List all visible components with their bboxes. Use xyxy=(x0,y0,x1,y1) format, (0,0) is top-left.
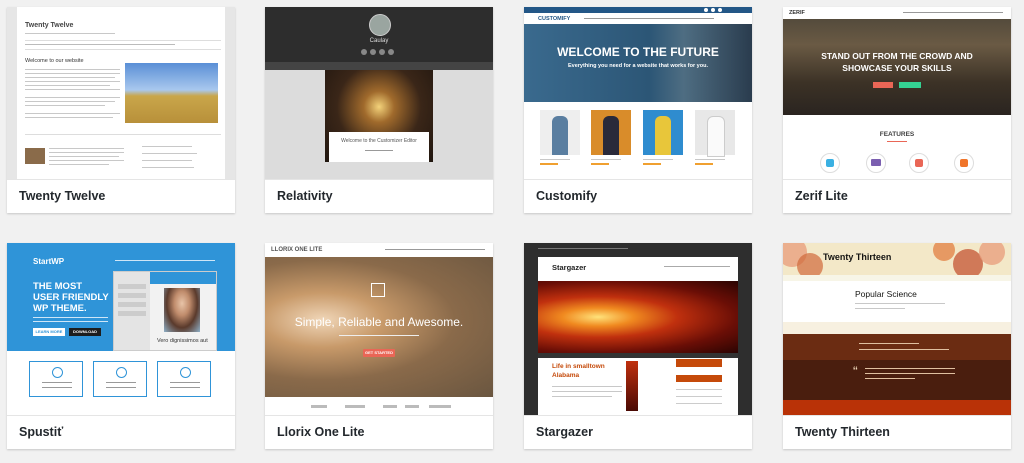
preview-hero-line-1: THE MOST xyxy=(33,281,83,292)
feature-icon xyxy=(820,153,840,173)
theme-name: Customify xyxy=(524,179,752,213)
theme-name: Relativity xyxy=(265,179,493,213)
preview-button-2: DOWNLOAD xyxy=(73,329,97,334)
preview-post-title-2: Alabama xyxy=(552,372,580,379)
theme-card-relativity[interactable]: Caulay Welcome to the Customizer Editor … xyxy=(265,7,493,213)
preview-box-title: Welcome to the Customizer Editor xyxy=(341,138,417,144)
theme-screenshot: StartWP THE MOST USER FRIENDLY WP THEME.… xyxy=(7,243,235,415)
theme-screenshot: Caulay Welcome to the Customizer Editor xyxy=(265,7,493,179)
avatar xyxy=(369,14,391,36)
theme-card-stargazer[interactable]: Stargazer Life in smalltown Alabama Star… xyxy=(524,243,752,449)
preview-logo: CUSTOMIFY xyxy=(538,16,571,22)
product-image xyxy=(695,110,735,157)
theme-screenshot: ZERIF STAND OUT FROM THE CROWD AND SHOWC… xyxy=(783,7,1011,179)
theme-card-zerif-lite[interactable]: ZERIF STAND OUT FROM THE CROWD AND SHOWC… xyxy=(783,7,1011,213)
theme-card-twenty-twelve[interactable]: Twenty Twelve Welcome to our website Twe… xyxy=(7,7,235,213)
theme-card-customify[interactable]: CUSTOMIFY WELCOME TO THE FUTURE Everythi… xyxy=(524,7,752,213)
product-image xyxy=(591,110,631,155)
theme-name: Stargazer xyxy=(524,415,752,449)
theme-name: Twenty Thirteen xyxy=(783,415,1011,449)
preview-section-title: FEATURES xyxy=(879,131,915,138)
preview-logo: ZERIF xyxy=(789,10,805,16)
preview-logo: StartWP xyxy=(33,257,65,266)
hero-button-green xyxy=(899,82,921,88)
theme-screenshot: Twenty Twelve Welcome to our website xyxy=(7,7,235,179)
preview-logo: LLORIX ONE LITE xyxy=(271,247,323,253)
feature-box xyxy=(93,361,147,397)
preview-site-title: Twenty Thirteen xyxy=(823,252,892,262)
product-image xyxy=(540,110,580,155)
product-image xyxy=(643,110,683,155)
theme-card-llorix-one-lite[interactable]: LLORIX ONE LITE Simple, Reliable and Awe… xyxy=(265,243,493,449)
theme-name: Llorix One Lite xyxy=(265,415,493,449)
preview-site-title: Caulay xyxy=(369,38,389,44)
theme-name: Zerif Lite xyxy=(783,179,1011,213)
preview-post-title-1: Life in smalltown xyxy=(552,363,605,370)
preview-caption: Vero dignissimos aut xyxy=(157,338,208,344)
theme-name: Spustiť xyxy=(7,415,235,449)
theme-card-spustit[interactable]: StartWP THE MOST USER FRIENDLY WP THEME.… xyxy=(7,243,235,449)
theme-screenshot: CUSTOMIFY WELCOME TO THE FUTURE Everythi… xyxy=(524,7,752,179)
theme-screenshot: Twenty Thirteen Popular Science “ xyxy=(783,243,1011,415)
preview-hero-line-2: USER FRIENDLY xyxy=(33,292,109,303)
preview-header xyxy=(783,243,1011,275)
preview-hero-title-1: STAND OUT FROM THE CROWD AND xyxy=(821,51,973,61)
preview-site-title: Twenty Twelve xyxy=(25,22,74,29)
preview-heading: Welcome to our website xyxy=(25,58,84,64)
preview-post-title: Popular Science xyxy=(855,289,917,299)
preview-site-title: Stargazer xyxy=(552,263,587,272)
preview-hero-line-3: WP THEME. xyxy=(33,303,87,314)
theme-screenshot: Stargazer Life in smalltown Alabama xyxy=(524,243,752,415)
preview-hero-image xyxy=(538,281,738,353)
preview-hero-title-2: SHOWCASE YOUR SKILLS xyxy=(842,63,952,73)
feature-icon xyxy=(866,153,886,173)
preview-button: GET STARTED xyxy=(365,350,393,355)
theme-screenshot: LLORIX ONE LITE Simple, Reliable and Awe… xyxy=(265,243,493,415)
preview-wheat-image xyxy=(125,63,218,123)
feature-box xyxy=(157,361,211,397)
preview-hero-title: Simple, Reliable and Awesome. xyxy=(294,315,464,329)
preview-button-1: LEARN MORE xyxy=(35,329,63,334)
theme-name: Twenty Twelve xyxy=(7,179,235,213)
feature-icon xyxy=(909,153,929,173)
feature-icon xyxy=(954,153,974,173)
preview-hero-title: WELCOME TO THE FUTURE xyxy=(557,45,719,59)
hero-button-red xyxy=(873,82,893,88)
preview-hero-subtitle: Everything you need for a website that w… xyxy=(568,63,708,69)
theme-card-twenty-thirteen[interactable]: Twenty Thirteen Popular Science “ Twenty… xyxy=(783,243,1011,449)
preview-hero-image xyxy=(783,7,1011,115)
feature-box xyxy=(29,361,83,397)
